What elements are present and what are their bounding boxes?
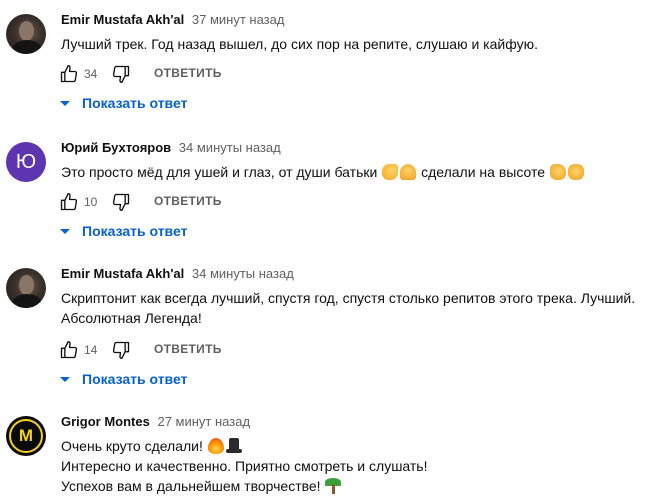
comment-text-line: Успехов вам в дальнейшем творчестве! [61,476,651,496]
comment-header: Emir Mustafa Akh'al 34 минуты назад [61,266,294,281]
flexed-biceps-emoji [382,164,399,180]
show-replies-button[interactable]: Показать ответ [60,95,187,115]
caret-down-icon [60,377,70,382]
comment-header: Emir Mustafa Akh'al 37 минут назад [61,12,284,27]
comment-text-line: Интересно и качественно. Приятно смотрет… [61,458,428,474]
comment-time[interactable]: 34 минуты назад [179,140,281,155]
avatar-letter: Ю [15,151,37,173]
like-count: 14 [84,343,98,357]
palm-tree-emoji [325,478,342,494]
comment-time[interactable]: 27 минут назад [157,414,250,429]
avatar-letter: M [18,426,34,445]
comment-author[interactable]: Grigor Montes [61,414,150,429]
comment-text-segment: Это просто мёд для ушей и глаз, от души … [61,164,378,180]
reply-button[interactable]: ОТВЕТИТЬ [154,342,222,356]
comment-text-line: Это просто мёд для ушей и глаз, от души … [61,162,651,182]
thumbs-down-icon[interactable] [111,340,131,360]
reply-button[interactable]: ОТВЕТИТЬ [154,66,222,80]
comment-author[interactable]: Emir Mustafa Akh'al [61,266,184,281]
thumbs-down-icon[interactable] [111,64,131,84]
show-replies-button[interactable]: Показать ответ [60,223,187,243]
thumbs-down-icon[interactable] [111,192,131,212]
avatar[interactable] [6,268,46,308]
comment-text-line: Абсолютная Легенда! [61,310,202,326]
avatar[interactable]: M [6,416,46,456]
folded-hands-emoji [400,164,417,180]
like-count: 10 [84,195,98,209]
comment-author[interactable]: Юрий Бухтояров [61,140,171,155]
comment-header: Юрий Бухтояров 34 минуты назад [61,140,281,155]
fire-emoji [207,438,224,454]
comment-text-line: Очень круто сделали! [61,436,651,456]
comment-text-segment: сделали на высоте [421,164,546,180]
comment-text-segment: Очень круто сделали! [61,438,203,454]
reply-button[interactable]: ОТВЕТИТЬ [154,194,222,208]
comment-header: Grigor Montes 27 минут назад [61,414,250,429]
comment-text-segment: Успехов вам в дальнейшем творчестве! [61,478,321,494]
show-replies-label: Показать ответ [82,223,188,239]
comment-text-line: Скриптонит как всегда лучший, спустя год… [61,290,636,306]
thumbs-up-emoji [549,164,566,180]
show-replies-label: Показать ответ [82,371,188,387]
comment-text: Это просто мёд для ушей и глаз, от души … [61,162,651,182]
thumbs-up-icon[interactable] [59,192,79,212]
comment-time[interactable]: 37 минут назад [192,12,285,27]
comment-author[interactable]: Emir Mustafa Akh'al [61,12,184,27]
show-replies-label: Показать ответ [82,95,188,111]
caret-down-icon [60,101,70,106]
thumbs-up-icon[interactable] [59,340,79,360]
comment-text-line: Лучший трек. Год назад вышел, до сих пор… [61,36,538,52]
comment-text: Скриптонит как всегда лучший, спустя год… [61,288,651,328]
caret-down-icon [60,229,70,234]
thumbs-up-icon[interactable] [59,64,79,84]
show-replies-button[interactable]: Показать ответ [60,371,187,391]
like-count: 34 [84,67,98,81]
avatar[interactable]: Ю [6,142,46,182]
comment-time[interactable]: 34 минуты назад [192,266,294,281]
comment-text: Лучший трек. Год назад вышел, до сих пор… [61,34,651,54]
top-hat-emoji [225,438,242,454]
avatar[interactable] [6,14,46,54]
raised-fist-emoji [567,164,584,180]
comment-text: Очень круто сделали! Интересно и качеств… [61,436,651,496]
